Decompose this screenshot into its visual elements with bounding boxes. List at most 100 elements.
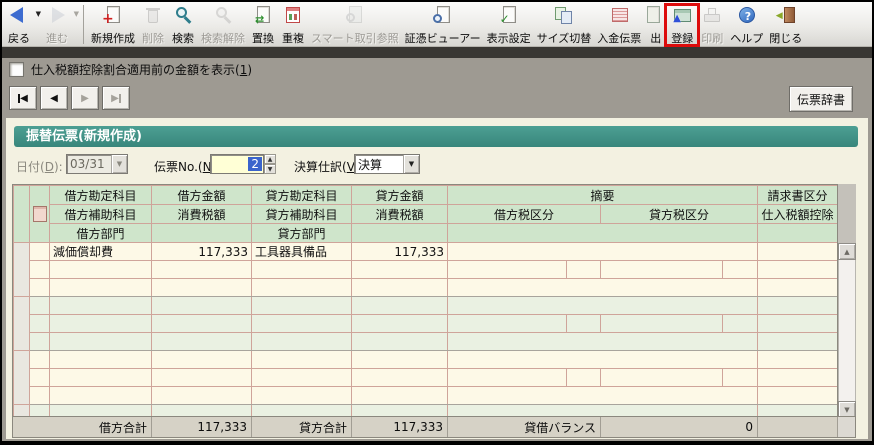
nav-first-button[interactable]: ◀ [9, 86, 37, 110]
header-debit-dept: 借方部門 [50, 224, 152, 243]
smart-ref-icon [343, 5, 367, 25]
dropdown-caret-icon[interactable]: ▼ [74, 11, 79, 18]
cell-debit-amount[interactable]: 117,333 [152, 243, 252, 261]
toolbar-separator-band [2, 47, 872, 58]
credit-total-value: 117,333 [351, 417, 447, 437]
toolbar-button-search[interactable]: 検索 [168, 3, 198, 46]
panel-title: 振替伝票(新規作成) [14, 126, 858, 147]
vertical-scrollbar: ▲ ▼ [838, 184, 856, 418]
scrollbar-header-strip [838, 184, 856, 243]
toolbar-button-label: 新規作成 [91, 32, 135, 45]
duplicate-icon [281, 5, 305, 25]
header-credit-tax-amount: 消費税額 [352, 205, 448, 224]
cell-debit-tax-class[interactable] [448, 261, 567, 279]
slip-panel: 振替伝票(新規作成) 日付(D): 03/31 ▼ 伝票No.(N): 2 ▲ … [6, 118, 868, 439]
search-clear-icon [211, 5, 235, 25]
scrollbar-track[interactable] [838, 260, 856, 401]
date-value: 03/31 [67, 157, 111, 171]
chevron-down-icon[interactable]: ▼ [403, 155, 419, 173]
header-debit-tax-class: 借方税区分 [448, 205, 601, 224]
record-navigation: ◀ ◀ ▶ ▶ [9, 86, 130, 110]
toolbar-button-forward[interactable]: ▼進む [42, 3, 80, 46]
search-icon [171, 5, 195, 25]
header-credit-tax-class: 貸方税区分 [601, 205, 758, 224]
toolbar-button-back[interactable]: ▼ 戻る [4, 3, 42, 46]
toolbar-button-label: 検索解除 [201, 32, 245, 45]
spinner-down-icon[interactable]: ▼ [264, 164, 276, 174]
toolbar-button-delete[interactable]: 削除 [138, 3, 168, 46]
toolbar-button-label: 置換 [252, 32, 274, 45]
toolbar-button-duplicate[interactable]: 重複 [278, 3, 308, 46]
spinner-up-icon[interactable]: ▲ [264, 154, 276, 164]
header-credit-dept: 貸方部門 [252, 224, 352, 243]
nav-last-button[interactable]: ▶ [102, 86, 130, 110]
cell-credit-tax-class[interactable] [601, 261, 723, 279]
toolbar-button-register[interactable]: 登録 [667, 3, 697, 46]
toolbar-button-smart-ref[interactable]: スマート取引参照 [308, 3, 402, 46]
toolbar-button-new[interactable]: 新規作成 [88, 3, 138, 46]
evidence-viewer-icon [431, 5, 455, 25]
empty-row [14, 351, 838, 369]
row-selector[interactable] [14, 297, 30, 351]
replace-icon [251, 5, 275, 25]
entry-row-main: 減価償却費 117,333 工具器具備品 117,333 [14, 243, 838, 261]
main-window: ▼ 戻る ▼進む新規作成削除検索検索解除置換重複スマート取引参照証憑ビューアー表示設… [2, 2, 872, 441]
slip-no-value: 2 [248, 157, 262, 171]
toolbar-button-size-toggle[interactable]: サイズ切替 [534, 3, 595, 46]
toolbar-button-label: 削除 [142, 32, 164, 45]
nav-next-button[interactable]: ▶ [71, 86, 99, 110]
credit-total-label: 貸方合計 [251, 417, 351, 437]
toolbar-button-display-settings[interactable]: 表示設定 [484, 3, 534, 46]
toolbar-button-print[interactable]: 印刷 [697, 3, 727, 46]
slip-no-spinner[interactable]: ▲ ▼ [264, 154, 276, 174]
header-row-3: 借方部門 貸方部門 [14, 224, 838, 243]
toolbar-button-label: 戻る [8, 32, 30, 45]
row-selector[interactable] [14, 243, 30, 297]
cell-credit-amount[interactable]: 117,333 [352, 243, 448, 261]
toolbar-button-deposit-slip[interactable]: 入金伝票 [594, 3, 644, 46]
header-credit-account: 貸方勘定科目 [252, 186, 352, 205]
debit-total-label: 借方合計 [13, 417, 151, 437]
forward-icon [45, 5, 69, 25]
delete-icon [141, 5, 165, 25]
toolbar-button-search-clear[interactable]: 検索解除 [198, 3, 248, 46]
toolbar-button-evidence-viewer[interactable]: 証憑ビューアー [402, 3, 484, 46]
balance-label: 貸借バランス [447, 417, 600, 437]
toolbar-button-label: サイズ切替 [537, 32, 592, 45]
cell-summary[interactable] [448, 243, 758, 261]
toolbar-button-replace[interactable]: 置換 [248, 3, 278, 46]
nav-previous-button[interactable]: ◀ [40, 86, 68, 110]
empty-row [14, 315, 838, 333]
header-purchase-tax-deduction: 仕入税額控除 [758, 205, 838, 224]
journal-grid: 借方勘定科目 借方金額 貸方勘定科目 貸方金額 摘要 請求書区分 借方補助科目 … [12, 184, 838, 418]
toolbar-button-label: ヘルプ [730, 32, 763, 45]
header-gutter [14, 186, 30, 243]
toolbar-button-close[interactable]: 閉じる [766, 3, 805, 46]
toolbar-button-help[interactable]: ヘルプ [727, 3, 766, 46]
settlement-combobox[interactable]: 決算 ▼ [354, 154, 420, 174]
cell-invoice-category[interactable] [758, 243, 838, 261]
toolbar-button-label: スマート取引参照 [311, 32, 399, 45]
show-pre-deduction-checkbox[interactable] [9, 62, 24, 77]
scroll-up-icon[interactable]: ▲ [838, 243, 856, 260]
row-selector[interactable] [14, 351, 30, 405]
slip-dictionary-button[interactable]: 伝票辞書 [789, 86, 853, 112]
cell-debit-account[interactable]: 減価償却費 [50, 243, 152, 261]
toolbar-button-label: 検索 [172, 32, 194, 45]
totals-bar: 借方合計 117,333 貸方合計 117,333 貸借バランス 0 [12, 416, 856, 438]
print-icon [700, 5, 724, 25]
cell-credit-account[interactable]: 工具器具備品 [252, 243, 352, 261]
header-debit-tax-amount: 消費税額 [152, 205, 252, 224]
date-label: 日付(D): [16, 158, 63, 175]
slip-no-input[interactable]: 2 [210, 154, 264, 174]
debit-total-value: 117,333 [151, 417, 251, 437]
dropdown-caret-icon[interactable]: ▼ [36, 11, 41, 18]
header-invoice-category: 請求書区分 [758, 186, 838, 205]
memo-cell[interactable] [30, 243, 50, 261]
balance-value: 0 [600, 417, 757, 437]
settlement-value: 決算 [355, 156, 403, 173]
toolbar-button-label: 証憑ビューアー [405, 32, 481, 45]
date-combobox[interactable]: 03/31 ▼ [66, 154, 128, 174]
display-settings-icon [497, 5, 521, 25]
chevron-down-icon[interactable]: ▼ [111, 155, 127, 173]
